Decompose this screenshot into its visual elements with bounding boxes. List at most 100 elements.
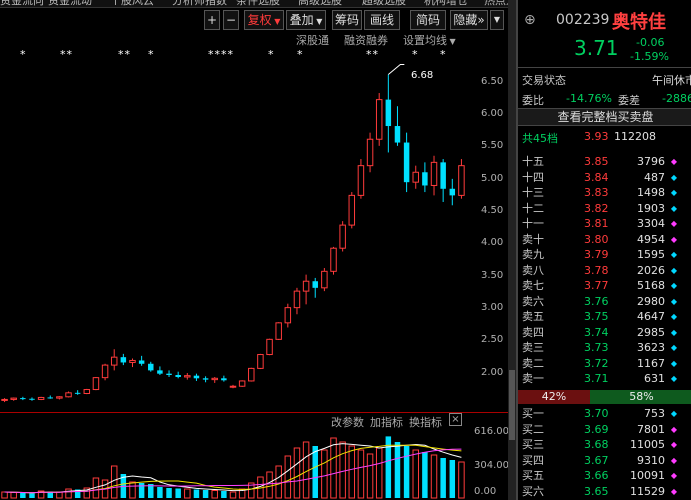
top-nav-item[interactable]: 分析师指数 bbox=[172, 0, 227, 7]
candle-body[interactable] bbox=[293, 290, 301, 309]
order-book-row[interactable]: 卖六 3.76 2980 ◆ bbox=[518, 294, 691, 309]
order-book-row[interactable]: 十三 3.83 1498 ◆ bbox=[518, 185, 691, 200]
set-ma-link[interactable]: 设置均线 ▼ bbox=[403, 32, 456, 48]
candle-body[interactable] bbox=[422, 172, 428, 186]
candle-body[interactable] bbox=[412, 171, 419, 183]
candle-body[interactable] bbox=[1, 398, 8, 401]
zoom-out-button[interactable]: − bbox=[223, 10, 239, 30]
candle-body[interactable] bbox=[65, 392, 72, 398]
candle-body[interactable] bbox=[430, 161, 438, 186]
order-book-row[interactable]: 卖五 3.75 4647 ◆ bbox=[518, 309, 691, 324]
candle-body[interactable] bbox=[321, 270, 328, 289]
order-price: 3.75 bbox=[584, 310, 609, 323]
chart-scrollbar[interactable] bbox=[508, 0, 516, 500]
order-book-row[interactable]: 卖三 3.73 3623 ◆ bbox=[518, 340, 691, 355]
candle-body[interactable] bbox=[101, 364, 109, 379]
order-book-row[interactable]: 买二 3.69 7801 ◆ bbox=[518, 422, 691, 437]
candle-body[interactable] bbox=[312, 281, 318, 288]
top-nav-item[interactable]: 个股风云 bbox=[110, 0, 154, 7]
candle-body[interactable] bbox=[330, 247, 337, 272]
order-book-row[interactable]: 卖四 3.74 2985 ◆ bbox=[518, 325, 691, 340]
candle-body[interactable] bbox=[29, 398, 35, 400]
order-book-row[interactable]: 十五 3.85 3796 ◆ bbox=[518, 154, 691, 169]
top-nav-item[interactable]: 条件选股 bbox=[236, 0, 280, 7]
order-book-row[interactable]: 卖二 3.72 1167 ◆ bbox=[518, 356, 691, 371]
candle-body[interactable] bbox=[339, 224, 346, 249]
full-order-book-button[interactable]: 查看完整档买卖盘 bbox=[518, 108, 691, 126]
candle-body[interactable] bbox=[375, 99, 383, 140]
order-book-row[interactable]: 卖十 3.80 4954 ◆ bbox=[518, 232, 691, 247]
candle-body[interactable] bbox=[394, 126, 401, 143]
top-nav-item[interactable]: 超级选股 bbox=[362, 0, 406, 7]
candle-body[interactable] bbox=[211, 377, 218, 381]
candle-body[interactable] bbox=[221, 378, 227, 381]
order-book-row[interactable]: 卖八 3.78 2026 ◆ bbox=[518, 263, 691, 278]
candle-body[interactable] bbox=[449, 188, 456, 196]
candle-body[interactable] bbox=[110, 356, 118, 366]
candle-body[interactable] bbox=[83, 389, 91, 394]
candle-body[interactable] bbox=[74, 392, 81, 394]
candle-body[interactable] bbox=[166, 373, 172, 375]
candle-body[interactable] bbox=[385, 99, 392, 127]
candle-body[interactable] bbox=[184, 375, 191, 378]
top-nav-item[interactable]: 高级选股 bbox=[298, 0, 342, 7]
candle-body[interactable] bbox=[229, 385, 237, 388]
volume-chart[interactable] bbox=[0, 428, 466, 500]
candle-body[interactable] bbox=[403, 142, 410, 183]
pin-icon[interactable]: ⊕ bbox=[524, 12, 536, 28]
candle-body[interactable] bbox=[157, 370, 163, 374]
order-book-row[interactable]: 十一 3.81 3304 ◆ bbox=[518, 216, 691, 231]
candle-body[interactable] bbox=[20, 398, 26, 400]
top-nav-item[interactable]: 机构增仓 bbox=[424, 0, 468, 7]
candle-body[interactable] bbox=[248, 367, 255, 382]
chouma-button[interactable]: 筹码 bbox=[332, 10, 362, 30]
candle-body[interactable] bbox=[202, 378, 209, 380]
candle-body[interactable] bbox=[348, 194, 356, 226]
candle-body[interactable] bbox=[238, 380, 246, 387]
candle-body[interactable] bbox=[10, 397, 17, 400]
candle-body[interactable] bbox=[458, 165, 465, 196]
order-book-row[interactable]: 十四 3.84 487 ◆ bbox=[518, 170, 691, 185]
diejia-button[interactable]: 叠加 ▼ bbox=[286, 10, 326, 30]
candle-body[interactable] bbox=[138, 360, 145, 364]
candle-body[interactable] bbox=[56, 396, 63, 399]
shengutong-link[interactable]: 深股通 bbox=[296, 32, 329, 48]
candle-body[interactable] bbox=[257, 354, 264, 369]
order-book-row[interactable]: 买五 3.66 10091 ◆ bbox=[518, 468, 691, 483]
fuquan-button[interactable]: 复权 ▼ bbox=[244, 10, 284, 30]
order-book-row[interactable]: 买六 3.65 11529 ◆ bbox=[518, 484, 691, 499]
order-book-row[interactable]: 买三 3.68 11005 ◆ bbox=[518, 437, 691, 452]
candle-body[interactable] bbox=[357, 165, 365, 196]
order-book-row[interactable]: 卖一 3.71 631 ◆ bbox=[518, 371, 691, 386]
order-book-row[interactable]: 买一 3.70 753 ◆ bbox=[518, 406, 691, 421]
candle-body[interactable] bbox=[37, 396, 45, 400]
candlestick-chart[interactable] bbox=[0, 60, 466, 410]
candle-body[interactable] bbox=[440, 162, 446, 189]
candle-body[interactable] bbox=[120, 357, 127, 363]
zoom-in-button[interactable]: + bbox=[204, 10, 220, 30]
candle-body[interactable] bbox=[266, 338, 273, 356]
candle-body[interactable] bbox=[92, 377, 100, 391]
top-nav-item[interactable]: 资金流动 bbox=[48, 0, 92, 7]
top-nav-item[interactable]: 资金流向 bbox=[0, 0, 44, 7]
order-book-row[interactable]: 买四 3.67 9310 ◆ bbox=[518, 453, 691, 468]
candle-body[interactable] bbox=[366, 138, 374, 167]
order-book-row[interactable]: 卖七 3.77 5168 ◆ bbox=[518, 278, 691, 293]
jianma-button[interactable]: 简码 bbox=[410, 10, 446, 30]
candle-body[interactable] bbox=[175, 375, 181, 377]
close-indicator-button[interactable]: × bbox=[449, 413, 462, 426]
huaxian-button[interactable]: 画线 bbox=[364, 10, 400, 30]
order-book-row[interactable]: 十二 3.82 1903 ◆ bbox=[518, 201, 691, 216]
order-book-row[interactable]: 卖九 3.79 1595 ◆ bbox=[518, 247, 691, 262]
candle-body[interactable] bbox=[129, 359, 136, 363]
candle-body[interactable] bbox=[284, 307, 292, 324]
yincang-button[interactable]: 隐藏» bbox=[450, 10, 488, 30]
scroll-down-button[interactable]: ▼ bbox=[490, 10, 504, 30]
candle-body[interactable] bbox=[47, 397, 53, 399]
rongzi-link[interactable]: 融资融券 bbox=[344, 32, 388, 48]
candle-body[interactable] bbox=[148, 363, 154, 371]
candle-body[interactable] bbox=[275, 322, 282, 340]
candle-body[interactable] bbox=[193, 375, 200, 379]
diamond-marker-icon: ◆ bbox=[670, 281, 677, 290]
candle-body[interactable] bbox=[302, 280, 310, 292]
